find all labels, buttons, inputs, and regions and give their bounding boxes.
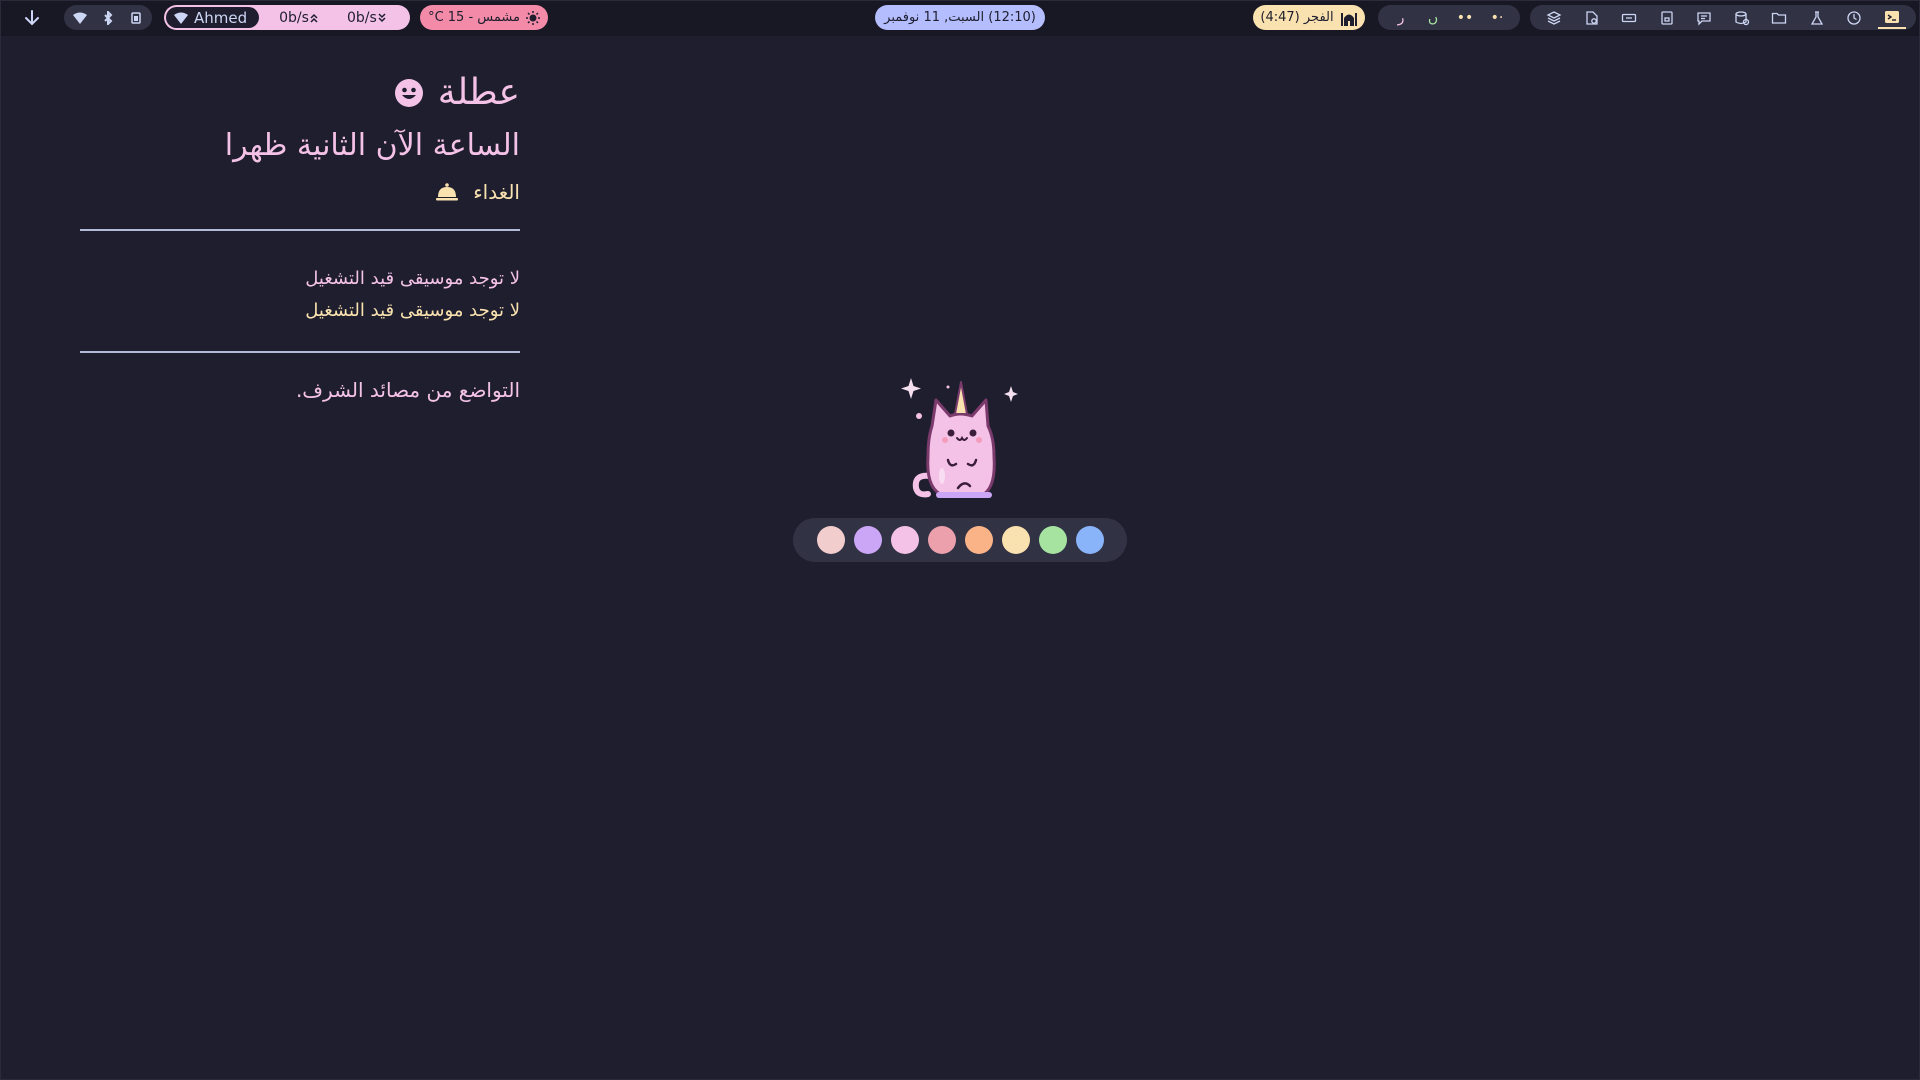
bluetooth-icon[interactable] bbox=[96, 8, 120, 28]
workspace-4[interactable]: •· bbox=[1484, 8, 1510, 28]
file-icon[interactable] bbox=[1653, 7, 1681, 29]
arrow-down-icon[interactable] bbox=[22, 8, 42, 28]
layers-icon[interactable] bbox=[1540, 7, 1568, 29]
top-bar: Ahmed 0b/s 0b/s مشمس - 15 C° (12:10) الس… bbox=[0, 0, 1920, 36]
color-swatch-1[interactable] bbox=[816, 526, 845, 554]
battery-icon[interactable] bbox=[124, 8, 148, 28]
workspace-3[interactable]: •• bbox=[1452, 8, 1478, 28]
workspace-1[interactable]: ر bbox=[1388, 8, 1414, 28]
color-swatch-4[interactable] bbox=[927, 526, 956, 554]
clock-pill[interactable]: (12:10) السبت, 11 نوفمبر bbox=[875, 5, 1045, 30]
system-status-pill[interactable] bbox=[64, 5, 152, 30]
prayer-time-pill[interactable]: الفجر (4:47) bbox=[1253, 5, 1365, 30]
unicorn-cat-mascot bbox=[900, 376, 1018, 502]
app-tray bbox=[1530, 5, 1916, 30]
color-swatch-2[interactable] bbox=[853, 526, 882, 554]
clock-text: (12:10) السبت, 11 نوفمبر bbox=[884, 10, 1036, 25]
terminal-icon[interactable] bbox=[1877, 7, 1906, 29]
color-swatch-5[interactable] bbox=[964, 526, 993, 554]
color-swatch-3[interactable] bbox=[890, 526, 919, 554]
music-status-1: لا توجد موسيقى قيد التشغيل bbox=[305, 268, 520, 289]
folder-icon[interactable] bbox=[1765, 7, 1793, 29]
weather-text: مشمس - 15 C° bbox=[428, 10, 520, 25]
music-status-2: لا توجد موسيقى قيد التشغيل bbox=[305, 300, 520, 321]
prayer-text: الفجر (4:47) bbox=[1260, 10, 1334, 25]
user-name: Ahmed bbox=[194, 8, 248, 27]
wifi-icon bbox=[174, 12, 188, 24]
greeting-title: عطلة bbox=[437, 72, 520, 113]
workspace-2[interactable]: ں bbox=[1420, 8, 1446, 28]
ticket-icon[interactable] bbox=[1615, 7, 1643, 29]
workspaces-pill: ر ں •• •· bbox=[1378, 5, 1520, 30]
food-cloche-icon bbox=[435, 182, 459, 202]
mosque-icon bbox=[1340, 10, 1358, 26]
color-swatch-6[interactable] bbox=[1001, 526, 1030, 554]
upload-speed: 0b/s bbox=[279, 10, 319, 26]
database-icon[interactable] bbox=[1728, 7, 1756, 29]
color-swatch-8[interactable] bbox=[1075, 526, 1104, 554]
divider bbox=[80, 351, 520, 353]
meal-row: الغداء bbox=[80, 180, 520, 204]
network-pill[interactable]: Ahmed 0b/s 0b/s bbox=[164, 5, 410, 30]
download-arrow-icon bbox=[377, 12, 387, 23]
wifi-icon[interactable] bbox=[68, 8, 92, 28]
upload-arrow-icon bbox=[309, 13, 319, 23]
quote-text: التواضع من مصائد الشرف. bbox=[295, 378, 520, 402]
smiley-icon bbox=[394, 78, 424, 108]
time-text: الساعة الآن الثانية ظهرا bbox=[224, 128, 520, 163]
weather-pill[interactable]: مشمس - 15 C° bbox=[420, 5, 548, 30]
color-swatch-7[interactable] bbox=[1038, 526, 1067, 554]
sun-icon bbox=[525, 10, 540, 25]
greeting-row: عطلة bbox=[80, 72, 520, 113]
clock-icon[interactable] bbox=[1840, 7, 1868, 29]
user-chip[interactable]: Ahmed bbox=[166, 7, 260, 28]
document-icon[interactable] bbox=[1578, 7, 1606, 29]
chat-icon[interactable] bbox=[1690, 7, 1718, 29]
divider bbox=[80, 229, 520, 231]
color-palette bbox=[793, 518, 1127, 562]
meal-text: الغداء bbox=[473, 180, 520, 204]
flask-icon[interactable] bbox=[1803, 7, 1831, 29]
download-speed: 0b/s bbox=[347, 10, 387, 26]
